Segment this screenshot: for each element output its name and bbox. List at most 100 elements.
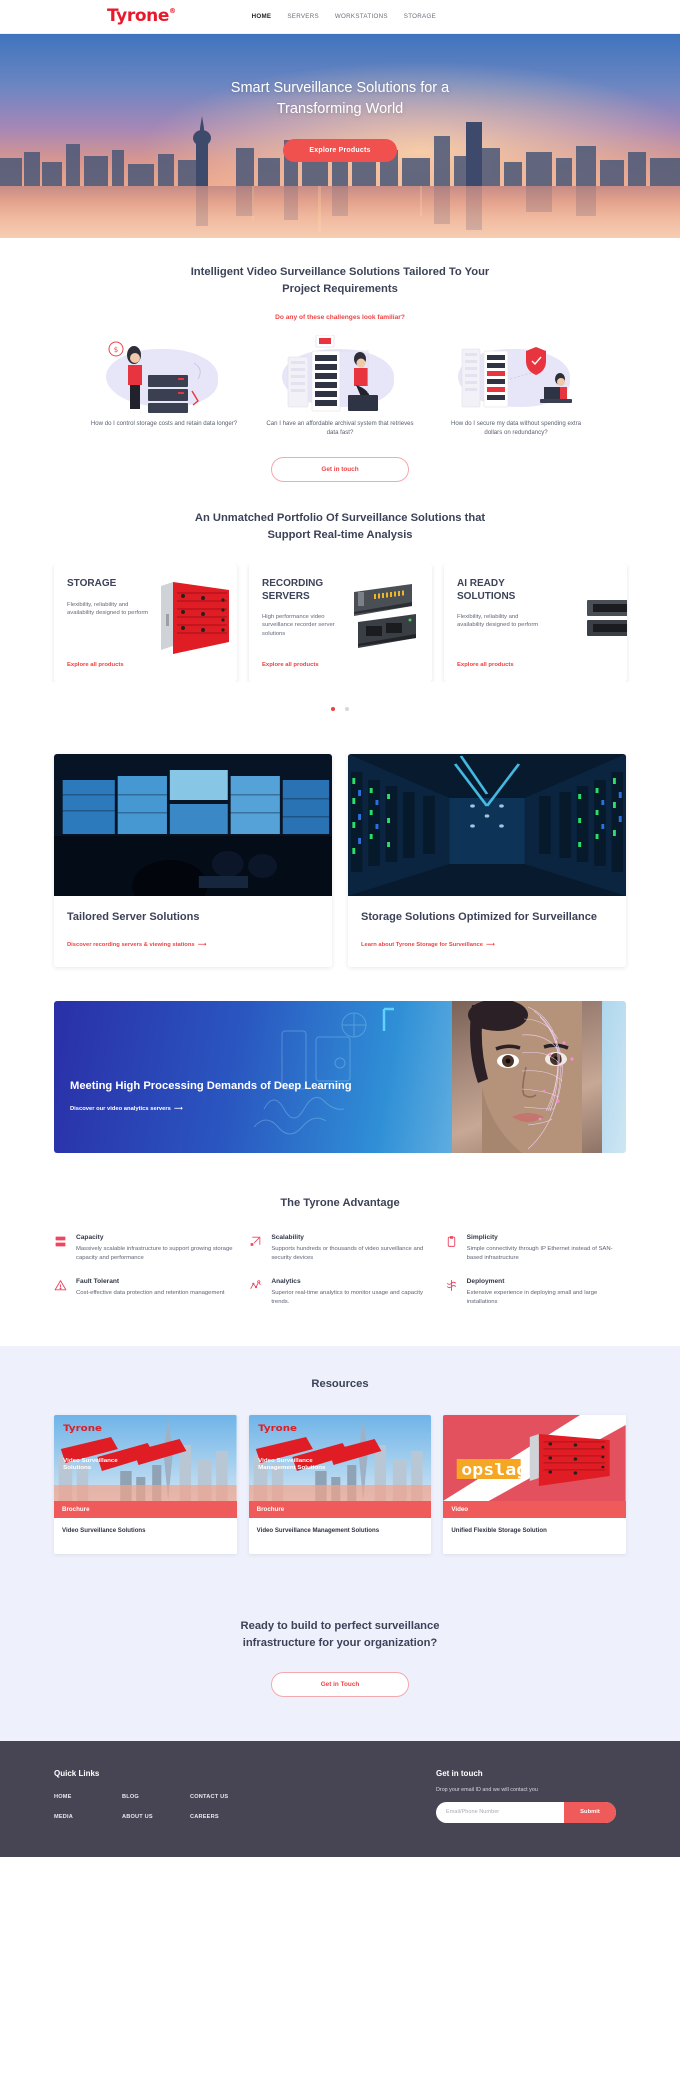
product-card-desc: High performance video surveillance reco… [262,614,335,637]
site-footer: Quick Links HOME BLOG CONTACT US MEDIA A… [0,1740,680,1857]
site-header: Tyrone® HOME SERVERS WORKSTATIONS STORAG… [0,0,680,34]
deep-learning-link[interactable]: Discover our video analytics servers ⟶ [70,1106,182,1112]
opslag-storage-video-cover: opslag [443,1415,627,1502]
footer-link-contact-us[interactable]: CONTACT US [190,1794,258,1800]
advantage-item-desc: Supports hundreds or thousands of video … [271,1246,424,1261]
resource-tag: Video [443,1501,627,1519]
product-card-desc: Flexibility, reliability and availabilit… [67,601,149,616]
feature-cards-section: Tailored Server Solutions Discover recor… [0,754,680,967]
explore-all-products-link[interactable]: Explore all products [67,662,124,668]
product-card-recording-servers[interactable]: RECORDING SERVERS High performance video… [249,564,432,682]
feature-card-storage-solutions[interactable]: Storage Solutions Optimized for Surveill… [348,754,626,967]
resources-cta-title: Ready to build to perfect surveillance i… [240,1619,440,1649]
explore-all-products-link[interactable]: Explore all products [262,662,319,668]
get-in-touch-button-bottom[interactable]: Get in Touch [271,1671,409,1697]
advantage-item-title: Simplicity [466,1234,498,1241]
warning-triangle-icon [54,1278,68,1306]
explore-all-products-link[interactable]: Explore all products [457,662,514,668]
advantage-item-deployment: Deployment Extensive experience in deplo… [445,1278,626,1306]
get-in-touch-button-top[interactable]: Get in touch [271,457,409,482]
footer-link-about-us[interactable]: ABOUT US [122,1814,190,1820]
hero-banner: Smart Surveillance Solutions for a Trans… [0,34,680,238]
man-on-server-illustration [260,335,420,413]
challenge-text: Can I have an affordable archival system… [266,420,414,436]
feature-card-body: Tailored Server Solutions Discover recor… [54,896,332,967]
quick-links-title: Quick Links [54,1768,100,1778]
resource-caption: Unified Flexible Storage Solution [451,1527,547,1535]
red-storage-array-photo [161,582,229,654]
video-wall-control-room-photo [54,754,332,896]
explore-products-button[interactable]: Explore Products [283,139,397,162]
portfolio-carousel[interactable]: STORAGE Flexibility, reliability and ava… [0,564,680,682]
feature-card-link[interactable]: Learn about Tyrone Storage for Surveilla… [361,942,495,948]
advantage-item-title: Scalability [271,1234,304,1241]
water-reflection [0,186,680,238]
deep-learning-title: Meeting High Processing Demands of Deep … [70,1080,352,1092]
submit-button[interactable]: Submit [564,1801,616,1823]
advantage-item-simplicity: Simplicity Simple connectivity through I… [445,1234,626,1262]
tyrone-logo[interactable]: Tyrone® [107,8,176,25]
footer-link-media[interactable]: MEDIA [54,1814,122,1820]
challenge-text: How do I secure my data without spending… [450,420,582,436]
product-card-title: RECORDING SERVERS [262,578,324,602]
page-root: Tyrone® HOME SERVERS WORKSTATIONS STORAG… [0,0,680,1857]
nav-item-workstations[interactable]: WORKSTATIONS [335,13,388,20]
svg-text:Management Solutions: Management Solutions [258,1466,325,1472]
challenge-item: $ How do I control storage costs and ret… [84,335,244,437]
resource-tag: Brochure [248,1501,432,1519]
advantage-item-title: Analytics [271,1278,301,1286]
advantage-item-desc: Simple connectivity through IP Ethernet … [466,1246,613,1261]
advantage-item-scalability: Scalability Supports hundreds or thousan… [249,1234,430,1262]
svg-text:Tyrone: Tyrone [258,1424,297,1434]
get-in-touch-desc: Drop your email ID and we will contact y… [436,1786,538,1793]
advantage-item-title: Fault Tolerant [76,1278,120,1286]
advantage-title: The Tyrone Advantage [280,1197,400,1209]
registered-trademark-icon: ® [168,7,176,16]
resource-caption: Video Surveillance Solutions [62,1527,146,1535]
product-card-storage[interactable]: STORAGE Flexibility, reliability and ava… [54,564,237,682]
deploy-crosshair-icon [445,1278,459,1306]
advantage-item-analytics: Analytics Superior real-time analytics t… [249,1278,430,1306]
data-center-aisle-photo [348,754,626,896]
email-phone-input[interactable] [436,1801,564,1823]
challenges-section: Intelligent Video Surveillance Solutions… [0,238,680,482]
carousel-dot-2[interactable] [345,707,350,711]
carousel-dot-1[interactable] [330,707,335,711]
product-card-title: STORAGE [67,578,117,589]
logo-text: Tyrone [107,6,169,26]
nav-item-storage[interactable]: STORAGE [404,13,436,20]
product-card-ai-ready-solutions[interactable]: AI READY SOLUTIONS Flexibility, reliabil… [444,564,627,682]
advantage-item-title: Deployment [466,1278,505,1286]
resource-card-video[interactable]: opslag Video Unified Flexible Storage So… [443,1415,627,1554]
secure-data-shield-illustration [436,335,596,413]
subscribe-form: Submit [436,1801,616,1823]
deep-learning-banner[interactable]: Meeting High Processing Demands of Deep … [54,1001,626,1153]
nav-item-home[interactable]: HOME [252,13,272,20]
ai-server-photo [587,600,627,636]
hero-content: Smart Surveillance Solutions for a Trans… [0,78,680,162]
server-rack-icon [54,1234,68,1262]
resource-caption: Video Surveillance Management Solutions [256,1527,380,1535]
advantage-item-desc: Extensive experience in deploying small … [466,1290,598,1305]
footer-link-blog[interactable]: BLOG [122,1794,190,1800]
footer-link-careers[interactable]: CAREERS [190,1814,258,1820]
advantage-item-desc: Cost-effective data protection and reten… [76,1290,225,1297]
advantage-item-desc: Massively scalable infrastructure to sup… [76,1246,233,1261]
advantage-section: The Tyrone Advantage Capacity Massively … [0,1195,680,1346]
svg-text:Video Surveillance: Video Surveillance [63,1459,118,1465]
clipboard-icon [445,1234,459,1262]
footer-link-home[interactable]: HOME [54,1794,122,1800]
nav-item-servers[interactable]: SERVERS [287,13,319,20]
portfolio-title: An Unmatched Portfolio Of Surveillance S… [194,512,486,541]
advantage-item-fault-tolerant: Fault Tolerant Cost-effective data prote… [54,1278,235,1306]
challenge-item: How do I secure my data without spending… [436,335,596,437]
get-in-touch-title: Get in touch [436,1768,483,1778]
advantage-item-title: Capacity [76,1234,104,1241]
resource-card-brochure-1[interactable]: Tyrone Video Surveillance Solutions Broc… [54,1415,237,1554]
resource-card-brochure-2[interactable]: Tyrone Video Surveillance Management Sol… [248,1415,432,1554]
feature-card-tailored-server-solutions[interactable]: Tailored Server Solutions Discover recor… [54,754,332,967]
resource-tag: Brochure [54,1501,237,1519]
feature-card-link[interactable]: Discover recording servers & viewing sta… [67,942,206,948]
advantage-grid: Capacity Massively scalable infrastructu… [0,1234,680,1306]
city-skyline-brochure-cover: Tyrone Video Surveillance Management Sol… [248,1415,432,1502]
